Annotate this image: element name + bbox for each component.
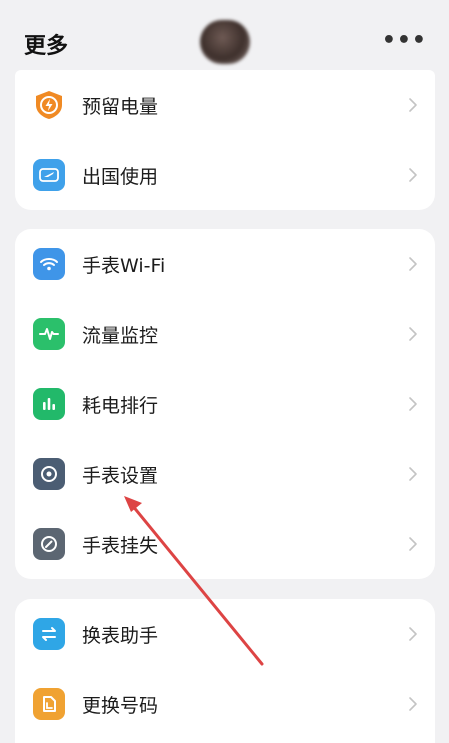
page-title: 更多 [24, 34, 69, 59]
item-label: 换表助手 [82, 625, 159, 647]
header: 更多 ••• [0, 14, 449, 70]
airplane-ticket-icon [33, 159, 65, 191]
list-item-power-ranking[interactable]: 耗电排行 [15, 369, 435, 439]
sim-card-icon [33, 688, 65, 720]
chevron-right-icon [409, 98, 417, 112]
item-label: 更换号码 [82, 695, 159, 717]
card-watch-tools: 手表Wi-Fi 流量监控 耗电排行 手表设置 手表挂失 [15, 229, 435, 579]
swap-icon [33, 618, 65, 650]
item-label: 预留电量 [82, 96, 159, 118]
chevron-right-icon [409, 168, 417, 182]
chevron-right-icon [409, 627, 417, 641]
chevron-right-icon [409, 697, 417, 711]
chevron-right-icon [409, 257, 417, 271]
item-label: 耗电排行 [82, 395, 159, 417]
battery-shield-icon [33, 89, 65, 121]
chevron-right-icon [409, 397, 417, 411]
card-device-switch: 换表助手 更换号码 [15, 599, 435, 743]
avatar[interactable] [200, 20, 250, 64]
list-item-reserve-battery[interactable]: 预留电量 [15, 70, 435, 140]
item-label: 手表设置 [82, 465, 159, 487]
list-item-watch-settings[interactable]: 手表设置 [15, 439, 435, 509]
list-item-overseas-use[interactable]: 出国使用 [15, 140, 435, 210]
item-label: 手表挂失 [82, 535, 159, 557]
list-item-traffic-monitor[interactable]: 流量监控 [15, 299, 435, 369]
chevron-right-icon [409, 537, 417, 551]
watch-settings-icon [33, 458, 65, 490]
list-item-change-number[interactable]: 更换号码 [15, 669, 435, 739]
bar-chart-icon [33, 388, 65, 420]
item-label: 出国使用 [82, 166, 159, 188]
more-page: 更多 ••• 预留电量 出国使用 手表Wi-Fi 流量监控 耗电排行 手表设置 … [0, 0, 449, 743]
card-power-travel: 预留电量 出国使用 [15, 70, 435, 210]
watch-lost-icon [33, 528, 65, 560]
item-label: 流量监控 [82, 325, 159, 347]
list-item-watch-wifi[interactable]: 手表Wi-Fi [15, 229, 435, 299]
chevron-right-icon [409, 467, 417, 481]
list-item-watch-lost[interactable]: 手表挂失 [15, 509, 435, 579]
list-item-switch-assistant[interactable]: 换表助手 [15, 599, 435, 669]
wifi-icon [33, 248, 65, 280]
chevron-right-icon [409, 327, 417, 341]
item-label: 手表Wi-Fi [82, 255, 166, 277]
more-options-button[interactable]: ••• [382, 28, 427, 53]
status-bar [0, 0, 449, 8]
pulse-icon [33, 318, 65, 350]
